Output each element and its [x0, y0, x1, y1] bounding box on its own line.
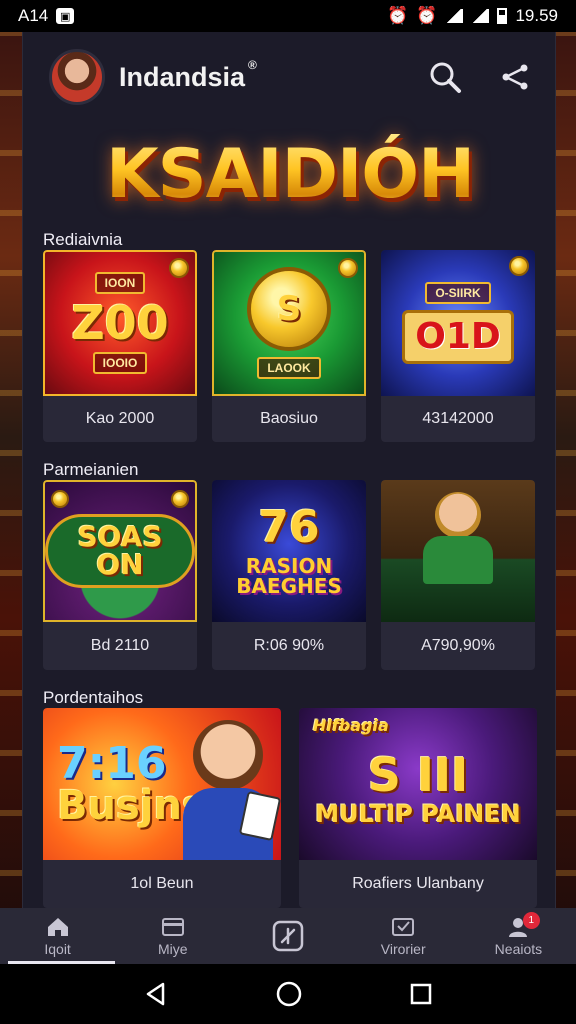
coin-icon — [338, 258, 358, 278]
nav-item-profile[interactable]: Neaiots 1 — [461, 908, 576, 964]
section-label-3: Pordentaihos — [43, 688, 144, 707]
game-art: SOAS ON — [43, 480, 197, 622]
search-button[interactable] — [427, 59, 463, 95]
game-card-baosiuo[interactable]: S LAOOK Baosiuo — [212, 250, 366, 442]
game-art-top: O-SIIRK — [425, 282, 491, 304]
nav-label: Neaiots — [494, 940, 543, 957]
game-card-multip[interactable]: Hlfbagia S III MULTIP PAINEN Roafiers Ul… — [299, 708, 537, 908]
game-caption: Roafiers Ulanbany — [352, 875, 484, 892]
game-art-main: S — [276, 289, 302, 329]
alarm-icon: ⏰ — [387, 6, 409, 25]
nav-label: Miye — [158, 940, 188, 957]
home-circle-icon[interactable] — [275, 980, 303, 1008]
game-art-main: 76 — [258, 502, 320, 553]
game-art-sub: IOOIO — [92, 352, 148, 374]
game-art-main: S III — [367, 748, 469, 802]
share-icon — [502, 64, 528, 90]
game-art — [381, 480, 535, 622]
coin-icon — [509, 256, 529, 276]
player-figure — [423, 536, 493, 584]
hero-title: KSAIDIÓH — [23, 124, 555, 224]
game-card-player[interactable]: A790,90% — [381, 480, 535, 670]
game-art: 7:16 Busjns — [43, 708, 281, 860]
game-caption: Kao 2000 — [85, 410, 155, 427]
notification-icon: ▣ — [56, 8, 75, 24]
notification-badge: 1 — [522, 912, 540, 929]
section-label-2: Parmeianien — [43, 460, 139, 479]
game-art: 76 RASION BAEGHES — [212, 480, 366, 622]
game-art: IOON Z00 IOOIO — [43, 250, 197, 396]
game-art-sub: LAOOK — [257, 357, 321, 379]
game-caption: 43142000 — [422, 410, 494, 427]
system-nav-bar — [0, 964, 576, 1024]
game-art-top: IOON — [94, 272, 146, 294]
avatar[interactable] — [49, 49, 105, 105]
game-card-soas-on[interactable]: SOAS ON Bd 2110 — [43, 480, 197, 670]
game-caption: R:06 90% — [253, 637, 325, 654]
coin-icon — [169, 258, 189, 278]
nav-item-virorier[interactable]: Virorier — [346, 908, 461, 964]
game-art-sub: RASION BAEGHES — [236, 554, 342, 598]
signal-icon — [445, 9, 464, 23]
nav-label: Iqoit — [44, 940, 71, 957]
status-time: 19.59 — [515, 6, 558, 25]
search-icon — [430, 62, 461, 93]
app-title: Indandsia ® — [119, 58, 257, 93]
game-art: O-SIIRK O1D — [381, 250, 535, 396]
nav-item-add[interactable] — [230, 908, 345, 964]
back-icon[interactable] — [143, 981, 169, 1007]
game-caption: Bd 2110 — [90, 637, 150, 654]
status-time-left: A14 — [18, 6, 49, 25]
slot-machine-icon: O1D — [402, 310, 514, 364]
nav-item-home[interactable]: Iqoit — [0, 908, 116, 964]
game-art-main: 7:16 — [57, 738, 167, 789]
game-art: Hlfbagia S III MULTIP PAINEN — [299, 708, 537, 860]
gold-coin-icon: S — [247, 267, 331, 351]
share-button[interactable] — [497, 59, 533, 95]
card-icon — [161, 917, 184, 936]
app-name: Indandsia — [119, 61, 246, 92]
app-header: Indandsia ® — [23, 32, 555, 122]
coin-icon — [171, 490, 189, 508]
game-art-sub: MULTIP PAINEN — [315, 800, 521, 828]
battery-icon — [497, 8, 508, 24]
game-art-top: Hlfbagia — [313, 716, 389, 735]
signal-icon-2 — [471, 9, 490, 23]
game-caption: A790,90% — [421, 637, 495, 654]
recents-icon[interactable] — [409, 982, 433, 1006]
add-icon — [272, 920, 304, 952]
game-card-slots[interactable]: O-SIIRK O1D 43142000 — [381, 250, 535, 442]
player-avatar — [193, 720, 263, 790]
home-icon — [47, 917, 68, 936]
coin-icon — [51, 490, 69, 508]
game-art-main: SOAS ON — [45, 514, 195, 588]
game-art-main: Z00 — [71, 296, 169, 350]
game-card-busjns[interactable]: 7:16 Busjns 1ol Beun — [43, 708, 281, 908]
registered-mark: ® — [248, 57, 257, 72]
game-caption: Baosiuo — [260, 410, 318, 427]
mail-icon — [392, 917, 415, 936]
main-panel: Indandsia ® KSAIDIÓH Rediaivnia IOON Z00… — [22, 32, 556, 908]
game-art-main: O1D — [415, 316, 501, 357]
bottom-nav: Iqoit Miye Virorier Neaiots 1 — [0, 908, 576, 964]
alarm-icon-2: ⏰ — [416, 6, 438, 25]
section-label-1: Rediaivnia — [43, 230, 123, 249]
player-avatar — [435, 492, 481, 538]
game-card-kao[interactable]: IOON Z00 IOOIO Kao 2000 — [43, 250, 197, 442]
status-bar: A14 ▣ ⏰ ⏰ 19.59 — [0, 0, 576, 32]
game-caption: 1ol Beun — [130, 875, 194, 892]
game-art: S LAOOK — [212, 250, 366, 396]
nav-label: Virorier — [380, 940, 426, 957]
game-card-rasion[interactable]: 76 RASION BAEGHES R:06 90% — [212, 480, 366, 670]
nav-item-miye[interactable]: Miye — [115, 908, 230, 964]
